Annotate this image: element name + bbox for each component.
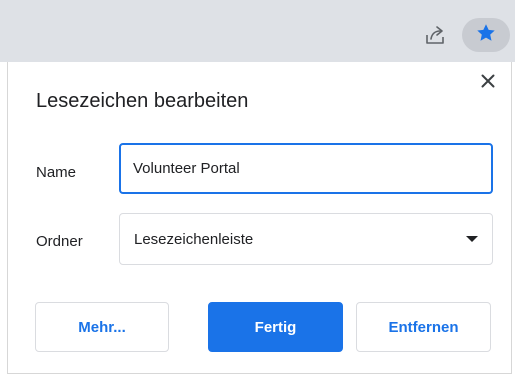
browser-window: Lesezeichen bearbeiten Name Ordner Lesez… <box>0 0 515 379</box>
name-input[interactable] <box>119 143 493 194</box>
dialog-title: Lesezeichen bearbeiten <box>36 90 249 112</box>
name-label: Name <box>36 164 77 181</box>
share-icon[interactable] <box>424 24 446 46</box>
bookmark-star-button[interactable] <box>462 18 510 52</box>
remove-button[interactable]: Entfernen <box>356 302 491 352</box>
folder-select[interactable]: Lesezeichenleiste <box>119 213 493 265</box>
more-button[interactable]: Mehr... <box>35 302 169 352</box>
browser-toolbar <box>0 0 515 62</box>
star-filled-icon <box>475 22 497 49</box>
close-button[interactable] <box>477 72 499 94</box>
folder-label: Ordner <box>36 233 83 250</box>
close-icon <box>481 74 495 93</box>
edit-bookmark-dialog: Lesezeichen bearbeiten Name Ordner Lesez… <box>7 62 512 374</box>
done-button[interactable]: Fertig <box>208 302 343 352</box>
folder-selected-value: Lesezeichenleiste <box>134 230 254 248</box>
dropdown-caret-icon <box>466 236 478 242</box>
